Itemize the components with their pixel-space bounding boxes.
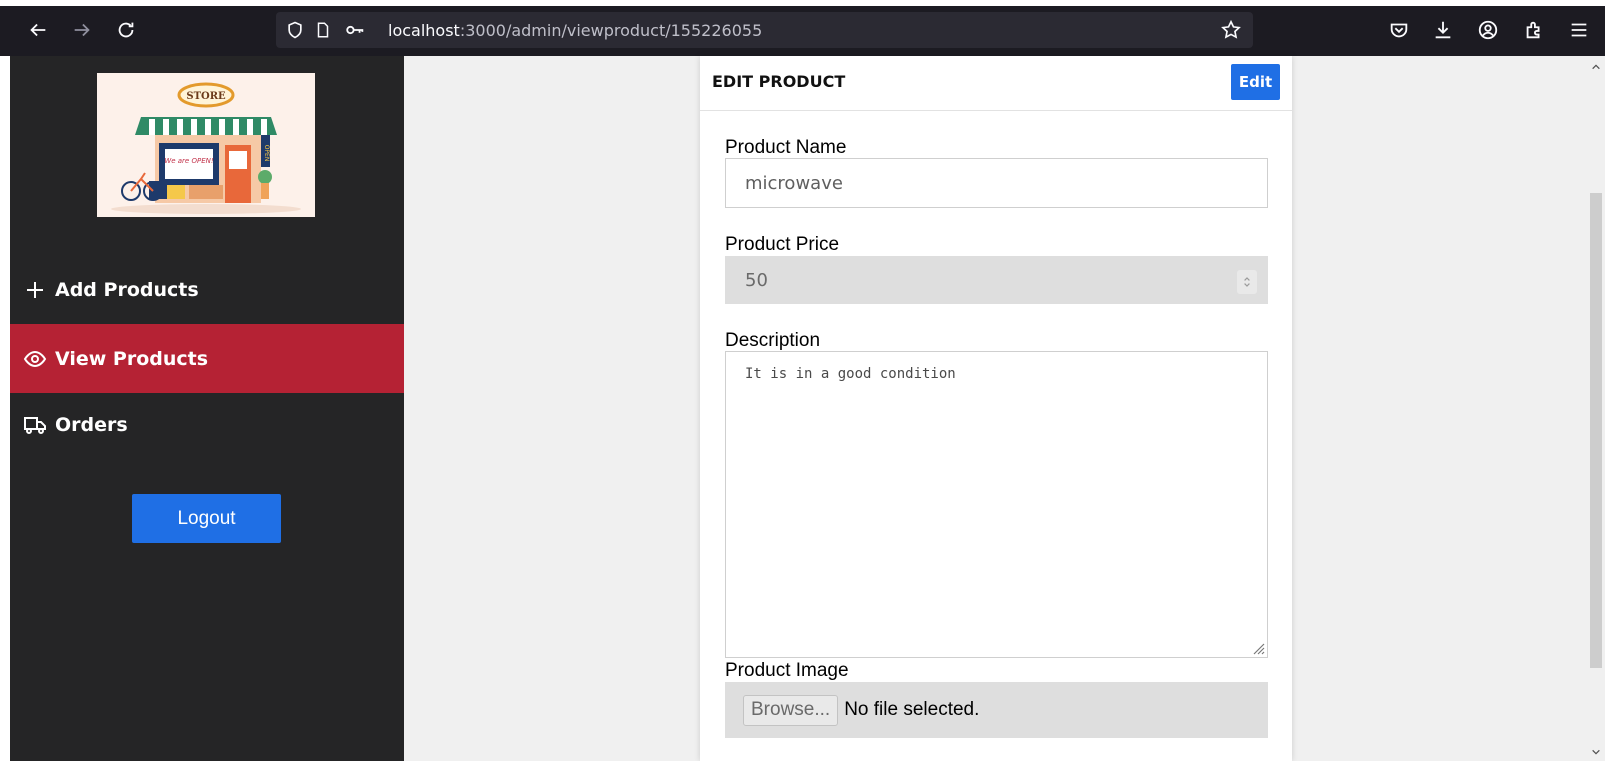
logo-vertical-text: OPEN xyxy=(263,145,270,162)
page-scrollbar[interactable] xyxy=(1587,56,1605,761)
nav-orders[interactable]: Orders xyxy=(10,390,404,459)
edit-button[interactable]: Edit xyxy=(1231,64,1280,100)
product-price-label: Product Price xyxy=(725,234,840,255)
scroll-down-icon[interactable] xyxy=(1587,743,1605,761)
resize-handle-icon[interactable] xyxy=(1251,641,1265,655)
price-spinner-icon[interactable] xyxy=(1237,270,1257,294)
forward-icon[interactable] xyxy=(66,14,98,46)
sidebar: STORE We are OPEN! OPEN Add Products Vie… xyxy=(10,56,404,761)
reload-icon[interactable] xyxy=(110,14,142,46)
nav-add-products[interactable]: Add Products xyxy=(10,255,404,324)
extensions-icon[interactable] xyxy=(1518,14,1550,46)
product-price-value: 50 xyxy=(745,269,768,291)
description-value: It is in a good condition xyxy=(745,366,956,382)
product-image-input[interactable]: Browse... No file selected. xyxy=(725,682,1268,738)
browse-button[interactable]: Browse... xyxy=(743,694,839,726)
url-bar[interactable]: localhost:3000/admin/viewproduct/1552260… xyxy=(276,12,1253,48)
bookmark-star-icon[interactable] xyxy=(1220,19,1242,41)
product-name-value: microwave xyxy=(745,172,843,194)
logo-store-text: STORE xyxy=(186,91,226,102)
scroll-up-icon[interactable] xyxy=(1587,58,1605,76)
truck-icon xyxy=(24,416,46,434)
product-image-label: Product Image xyxy=(725,660,849,681)
menu-icon[interactable] xyxy=(1563,14,1595,46)
plus-icon xyxy=(27,281,43,298)
back-icon[interactable] xyxy=(22,14,54,46)
product-name-input[interactable]: microwave xyxy=(725,158,1268,208)
download-icon[interactable] xyxy=(1427,14,1459,46)
edit-product-card: EDIT PRODUCT Edit Product Name microwave… xyxy=(700,56,1292,761)
nav-view-products[interactable]: View Products xyxy=(10,324,404,393)
product-price-input[interactable]: 50 xyxy=(725,256,1268,304)
url-host: localhost xyxy=(388,21,460,40)
file-status: No file selected. xyxy=(844,699,980,720)
window-top-strip xyxy=(0,0,1605,6)
nav-add-products-label: Add Products xyxy=(55,278,199,301)
scroll-thumb[interactable] xyxy=(1590,193,1602,668)
logout-button[interactable]: Logout xyxy=(132,494,281,543)
nav-orders-label: Orders xyxy=(55,413,128,436)
store-logo: STORE We are OPEN! OPEN xyxy=(97,73,315,217)
description-textarea[interactable]: It is in a good condition xyxy=(725,351,1268,658)
main-content: EDIT PRODUCT Edit Product Name microwave… xyxy=(404,56,1587,761)
account-icon[interactable] xyxy=(1472,14,1504,46)
card-title: EDIT PRODUCT xyxy=(712,72,846,91)
url-path: :3000/admin/viewproduct/155226055 xyxy=(459,21,763,40)
eye-icon xyxy=(23,350,47,367)
product-name-label: Product Name xyxy=(725,137,847,158)
shield-icon[interactable] xyxy=(284,19,306,41)
description-label: Description xyxy=(725,330,821,351)
pocket-icon[interactable] xyxy=(1383,14,1415,46)
card-header: EDIT PRODUCT Edit xyxy=(700,56,1292,111)
nav-view-products-label: View Products xyxy=(55,347,209,370)
page-icon[interactable] xyxy=(312,19,334,41)
logo-sign-text: We are OPEN! xyxy=(164,157,214,165)
key-icon[interactable] xyxy=(344,19,366,41)
browser-toolbar: localhost:3000/admin/viewproduct/1552260… xyxy=(0,0,1605,56)
url-text[interactable]: localhost:3000/admin/viewproduct/1552260… xyxy=(388,21,762,40)
